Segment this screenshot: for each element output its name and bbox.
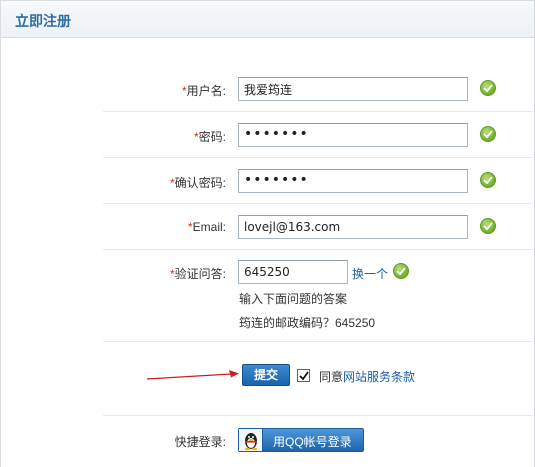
agree-text: 同意 bbox=[319, 370, 344, 384]
username-label: *用户名: bbox=[181, 84, 226, 98]
check-ok-icon bbox=[393, 263, 409, 279]
row-divider bbox=[103, 249, 533, 250]
password-input[interactable]: ••••••• bbox=[238, 123, 468, 147]
row-divider bbox=[103, 341, 533, 342]
page-title: 立即注册 bbox=[15, 13, 71, 29]
row-divider bbox=[103, 203, 533, 204]
password-label: *密码: bbox=[193, 130, 226, 144]
verify-answer-input[interactable] bbox=[238, 260, 348, 284]
terms-link[interactable]: 网站服务条款 bbox=[343, 368, 415, 385]
verify-question: 筠连的邮政编码？645250 bbox=[239, 316, 376, 330]
username-input[interactable] bbox=[238, 77, 468, 101]
red-arrow-annotation bbox=[146, 370, 239, 380]
confirm-password-label: *确认密码: bbox=[169, 176, 226, 190]
row-divider bbox=[103, 415, 533, 416]
qq-penguin-icon bbox=[239, 429, 263, 451]
submit-button[interactable]: 提交 bbox=[242, 364, 290, 386]
verify-label: *验证问答: bbox=[169, 267, 226, 281]
email-input[interactable] bbox=[238, 215, 468, 239]
quick-login-label: 快捷登录: bbox=[174, 435, 226, 449]
check-ok-icon bbox=[480, 218, 496, 234]
verify-hint: 输入下面问题的答案 bbox=[239, 292, 348, 306]
check-ok-icon bbox=[480, 80, 496, 96]
row-divider bbox=[103, 111, 533, 112]
checkmark-icon bbox=[299, 371, 309, 381]
qq-login-button[interactable]: 用QQ帐号登录 bbox=[238, 428, 364, 452]
check-ok-icon bbox=[480, 172, 496, 188]
panel-header: 立即注册 bbox=[1, 1, 534, 38]
qq-login-label: 用QQ帐号登录 bbox=[273, 435, 352, 449]
agree-checkbox[interactable] bbox=[297, 369, 310, 382]
email-label: *Email: bbox=[187, 220, 226, 234]
confirm-password-input[interactable]: ••••••• bbox=[238, 169, 468, 193]
check-ok-icon bbox=[480, 126, 496, 142]
row-divider bbox=[103, 157, 533, 158]
change-question-link[interactable]: 换一个 bbox=[352, 265, 388, 282]
